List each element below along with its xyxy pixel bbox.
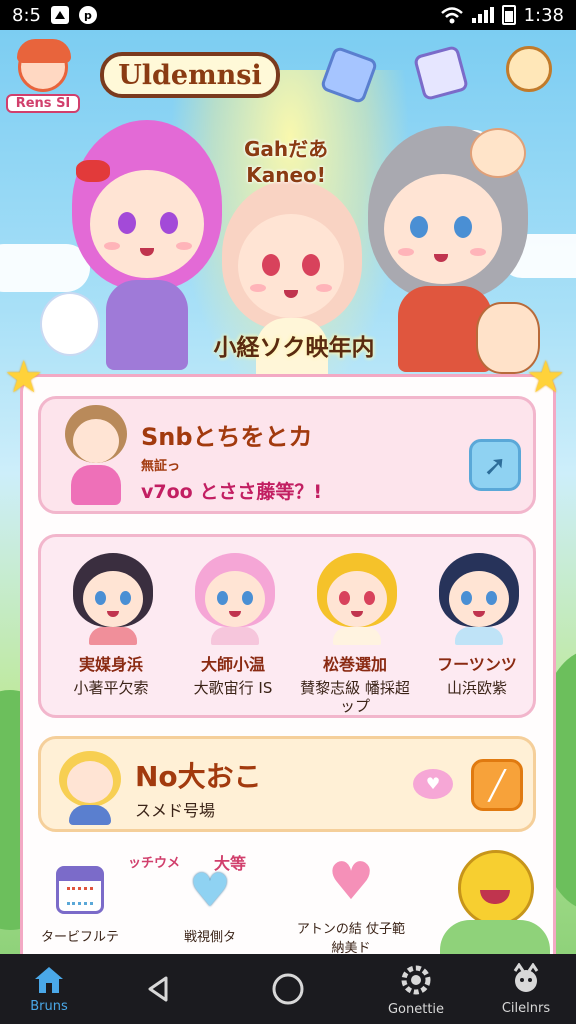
search-card-title: Snbとちをとカ bbox=[141, 423, 313, 451]
profile-badge-label: Rens SI bbox=[6, 94, 80, 113]
app-title: Uldemnsi bbox=[100, 52, 280, 98]
note-card-title: No大おこ bbox=[135, 760, 262, 793]
bear-mascot bbox=[40, 292, 100, 356]
hair-bow bbox=[76, 160, 110, 182]
character-avatar bbox=[195, 553, 275, 645]
character-description: 賛黎志級 幡採超ップ bbox=[300, 679, 410, 715]
quick-action-calendar[interactable]: タービフルテ bbox=[30, 866, 130, 945]
character-avatar bbox=[439, 553, 519, 645]
hero-banner: 小経ソク映年内 bbox=[213, 335, 375, 361]
app-notification-icon: p bbox=[78, 6, 97, 24]
hero-caption-line1: Gahだあ bbox=[244, 137, 329, 161]
nav-settings[interactable]: Gonettie bbox=[376, 954, 456, 1024]
quick-action-calendar-label: タービフルテ bbox=[40, 930, 119, 945]
hero-caption-line2: Kaneo! bbox=[246, 163, 326, 187]
nav-back-button[interactable] bbox=[136, 954, 180, 1024]
hero-character-blonde bbox=[218, 180, 368, 400]
search-card-small-label: 無証っ bbox=[141, 459, 181, 474]
character-description: 小著平欠索 bbox=[73, 679, 149, 697]
characters-card: 実媒身浜小著平欠索 大師小温大歌宙行 IS 松巻選加賛黎志級 幡採超ップ フーツンツ山… bbox=[38, 534, 536, 718]
character-name: 実媒身浜 bbox=[78, 655, 143, 674]
battery-icon bbox=[501, 5, 516, 25]
quick-action-favorites[interactable]: ♥ アトンの結 仗子範納美ド bbox=[296, 856, 406, 954]
calendar-icon bbox=[56, 866, 104, 914]
nav-home-label: Bruns bbox=[30, 998, 68, 1014]
circle-home-icon bbox=[272, 973, 304, 1005]
mascot-sun bbox=[440, 850, 550, 954]
search-card[interactable]: Snbとちをとカ 無証っ v7oo とささ藤等？! ➚ bbox=[38, 396, 536, 514]
nav-home-button[interactable] bbox=[266, 954, 310, 1024]
character-avatar bbox=[317, 553, 397, 645]
nav-home[interactable]: Bruns bbox=[14, 954, 84, 1024]
status-time-right: 1:38 bbox=[523, 4, 564, 26]
edit-note-button[interactable]: ╱ bbox=[471, 759, 523, 811]
star-icon: ★ bbox=[526, 352, 566, 403]
quick-action-favorites-label: アトンの結 仗子範納美ド bbox=[296, 922, 406, 954]
note-card[interactable]: No大おこ スメド号場 ♥ ╱ bbox=[38, 736, 536, 832]
character-name: フーツンツ bbox=[437, 655, 517, 674]
back-icon bbox=[148, 976, 168, 1002]
quick-action-heart[interactable]: ♥ 戦視側タ bbox=[160, 866, 260, 945]
character-description: 大歌宙行 IS bbox=[193, 679, 273, 697]
search-card-subtitle: v7oo とささ藤等？! bbox=[141, 481, 322, 503]
blue-heart-icon: ♥ bbox=[189, 863, 231, 917]
heart-icon: ♥ bbox=[327, 852, 375, 912]
crystal-icon bbox=[412, 44, 470, 102]
home-icon bbox=[35, 966, 63, 993]
app-screen: Rens SI Uldemnsi Gahだあ Kaneo! 小経ソク映年内 ★ … bbox=[0, 30, 576, 954]
chat-bubble-icon[interactable]: ♥ bbox=[413, 769, 453, 799]
character-avatar bbox=[73, 553, 153, 645]
mascot-face bbox=[17, 39, 71, 92]
character-name: 松巻選加 bbox=[322, 655, 387, 674]
search-card-avatar bbox=[61, 405, 131, 505]
note-card-avatar bbox=[59, 751, 121, 825]
notification-icon bbox=[50, 6, 69, 24]
nav-profile-label: Cilelnrs bbox=[501, 1000, 551, 1016]
signal-icon bbox=[471, 7, 494, 23]
profile-icon bbox=[513, 962, 539, 992]
system-nav-bar: Bruns Gonettie Cilelnrs bbox=[0, 954, 576, 1024]
character-name: 大師小温 bbox=[200, 655, 265, 674]
nav-profile[interactable]: Cilelnrs bbox=[488, 954, 564, 1024]
character-description: 山浜欧紫 bbox=[446, 679, 507, 697]
profile-badge[interactable]: Rens SI bbox=[6, 36, 80, 120]
arrow-right-icon: ➚ bbox=[483, 448, 507, 482]
nav-settings-label: Gonettie bbox=[387, 1001, 445, 1017]
pencil-icon: ╱ bbox=[488, 768, 506, 802]
status-time-left: 8:5 bbox=[12, 4, 41, 26]
star-icon: ★ bbox=[4, 352, 44, 403]
note-card-subtitle: スメド号場 bbox=[135, 801, 216, 820]
search-go-button[interactable]: ➚ bbox=[469, 439, 521, 491]
status-bar: 8:5 p 1:38 bbox=[0, 0, 576, 30]
cloud-mascot bbox=[470, 128, 526, 178]
quick-action-heart-label: 戦視側タ bbox=[183, 930, 236, 945]
gear-icon bbox=[401, 965, 431, 994]
chick-icon bbox=[506, 46, 552, 92]
hero-caption: Gahだあ Kaneo! bbox=[244, 136, 328, 188]
wifi-icon bbox=[440, 7, 463, 24]
